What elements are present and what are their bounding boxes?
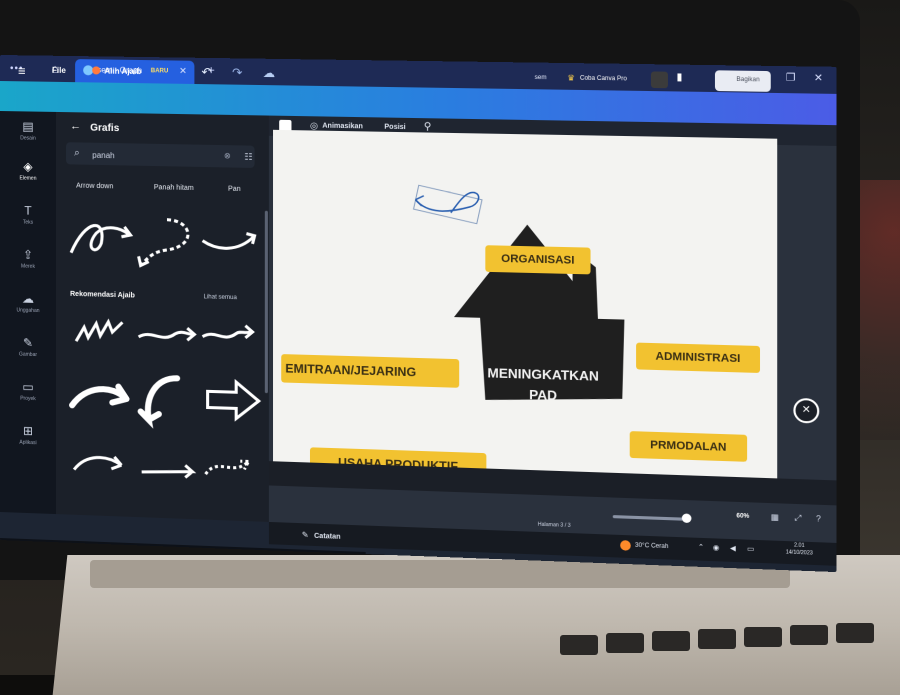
crown-icon: ♛ bbox=[567, 73, 575, 82]
rail-item-draw[interactable]: ✎ Gambar bbox=[0, 333, 56, 375]
weather-text[interactable]: 30°C Cerah bbox=[635, 543, 668, 550]
rail-item-elements[interactable]: ◈ Elemen bbox=[0, 157, 56, 198]
panel-scrollbar[interactable] bbox=[265, 211, 268, 393]
rail-label: Proyek bbox=[0, 395, 56, 403]
rail-item-projects[interactable]: ▭ Proyek bbox=[0, 377, 56, 419]
design-icon: ▤ bbox=[0, 119, 56, 134]
label-organisasi[interactable]: ORGANISASI bbox=[485, 245, 590, 274]
arrow-graphics-row[interactable] bbox=[66, 207, 259, 272]
wifi-icon[interactable]: ◉ bbox=[713, 544, 720, 553]
rail-label: Aplikasi bbox=[0, 439, 56, 447]
magic-resize-icon bbox=[92, 66, 100, 74]
draw-icon: ✎ bbox=[0, 335, 56, 351]
filter-icon[interactable]: ☷ bbox=[244, 152, 252, 163]
notes-button[interactable]: Catatan bbox=[314, 533, 340, 541]
redo-icon[interactable]: ↷ bbox=[232, 65, 242, 79]
rail-item-uploads[interactable]: ☁ Unggahan bbox=[0, 289, 56, 331]
laptop-screen: ••• ⌂ sem - Graph ✕ + — ❐ ✕ ≡ File Alih … bbox=[0, 55, 837, 572]
rail-label: Merek bbox=[0, 263, 56, 270]
battery-icon[interactable]: ▭ bbox=[747, 545, 754, 554]
volume-icon[interactable]: ◀ bbox=[730, 544, 736, 553]
magic-resize-button[interactable]: Alih Ajaib bbox=[104, 67, 141, 77]
search-value[interactable]: panah bbox=[92, 151, 114, 160]
maximize-button[interactable]: ❐ bbox=[786, 72, 796, 84]
chip-panah-hitam[interactable]: Panah hitam bbox=[154, 184, 194, 199]
menu-icon[interactable]: ≡ bbox=[18, 63, 26, 78]
grid-view-icon[interactable]: ▦ bbox=[771, 512, 779, 522]
cloud-save-icon[interactable]: ☁ bbox=[263, 66, 275, 80]
rail-label: Unggahan bbox=[0, 307, 56, 315]
document-name[interactable]: sem bbox=[535, 75, 547, 81]
brand-icon: ⇪ bbox=[0, 247, 56, 262]
rail-item-brand[interactable]: ⇪ Merek bbox=[0, 245, 56, 286]
fullscreen-icon[interactable]: ⤢ bbox=[794, 513, 801, 524]
share-label: Bagikan bbox=[736, 77, 759, 84]
page-indicator[interactable]: Halaman 3 / 3 bbox=[538, 522, 571, 529]
undo-icon[interactable]: ↶ bbox=[202, 65, 212, 79]
rail-item-apps[interactable]: ⊞ Aplikasi bbox=[0, 421, 56, 463]
system-clock[interactable]: 2.01 14/10/2023 bbox=[786, 542, 813, 558]
new-badge: BARU bbox=[151, 68, 169, 74]
close-button[interactable]: ✕ bbox=[814, 73, 823, 85]
rail-item-text[interactable]: T Teks bbox=[0, 201, 56, 242]
back-arrow-icon[interactable]: ← bbox=[70, 120, 81, 132]
graphics-panel: ← Grafis ⌕ panah ⊗ ☷ Arrow down Panah hi… bbox=[56, 112, 269, 522]
rail-label: Teks bbox=[0, 219, 56, 226]
selection-box bbox=[414, 185, 482, 223]
clear-icon[interactable]: ⊗ bbox=[224, 151, 231, 160]
label-administrasi[interactable]: ADMINISTRASI bbox=[636, 343, 760, 373]
zoom-level[interactable]: 60% bbox=[736, 513, 749, 520]
chip-arrow-down[interactable]: Arrow down bbox=[76, 183, 113, 198]
elements-icon: ◈ bbox=[0, 159, 56, 174]
file-menu[interactable]: File bbox=[52, 66, 66, 75]
curly-arrow-graphic bbox=[415, 191, 478, 213]
house-diagram bbox=[273, 130, 777, 479]
avatar[interactable] bbox=[651, 71, 668, 88]
rail-label: Elemen bbox=[0, 175, 56, 182]
help-icon[interactable]: ? bbox=[816, 514, 821, 524]
chip-panah[interactable]: Pan bbox=[228, 186, 241, 200]
keyboard bbox=[560, 625, 880, 685]
upload-icon: ☁ bbox=[0, 291, 56, 306]
arrow-graphics-row[interactable] bbox=[66, 365, 265, 434]
position-button[interactable]: Posisi bbox=[384, 124, 405, 132]
tray-chevron-icon[interactable]: ⌃ bbox=[698, 543, 704, 552]
rail-label: Desain bbox=[0, 135, 56, 142]
clock-date: 14/10/2023 bbox=[786, 549, 813, 557]
text-icon: T bbox=[0, 203, 56, 218]
try-pro-button[interactable]: Coba Canva Pro bbox=[580, 76, 627, 83]
insights-icon[interactable]: ▮ bbox=[677, 72, 683, 83]
slide-canvas[interactable]: ORGANISASI EMITRAAN/JEJARING ADMINISTRAS… bbox=[273, 130, 777, 479]
label-kemitraan[interactable]: EMITRAAN/JEJARING bbox=[281, 354, 459, 388]
tab-close-icon[interactable]: ✕ bbox=[179, 66, 187, 77]
folder-icon: ▭ bbox=[0, 379, 56, 395]
rail-label: Gambar bbox=[0, 351, 56, 359]
apps-icon: ⊞ bbox=[0, 423, 56, 439]
rail-item-design[interactable]: ▤ Desain bbox=[0, 117, 56, 158]
left-rail: ▤ Desain ◈ Elemen T Teks ⇪ Merek ☁ Ungga… bbox=[0, 111, 56, 514]
search-icon: ⌕ bbox=[74, 147, 80, 158]
paint-roller-icon[interactable]: ⚲ bbox=[424, 121, 432, 132]
zoom-slider-knob[interactable] bbox=[682, 513, 692, 523]
animate-button[interactable]: Animasikan bbox=[322, 123, 363, 131]
label-permodalan[interactable]: PRMODALAN bbox=[630, 431, 747, 462]
notes-icon: ✎ bbox=[302, 530, 309, 539]
panel-title: Grafis bbox=[90, 123, 119, 135]
help-fab[interactable]: ✕ bbox=[793, 398, 819, 424]
arrow-graphics-row[interactable] bbox=[66, 441, 265, 488]
weather-sun-icon bbox=[620, 540, 631, 551]
see-all-link[interactable]: Lihat semua bbox=[204, 294, 237, 301]
section-title: Rekomendasi Ajaib bbox=[70, 291, 135, 300]
arrow-graphics-row[interactable] bbox=[66, 313, 265, 355]
